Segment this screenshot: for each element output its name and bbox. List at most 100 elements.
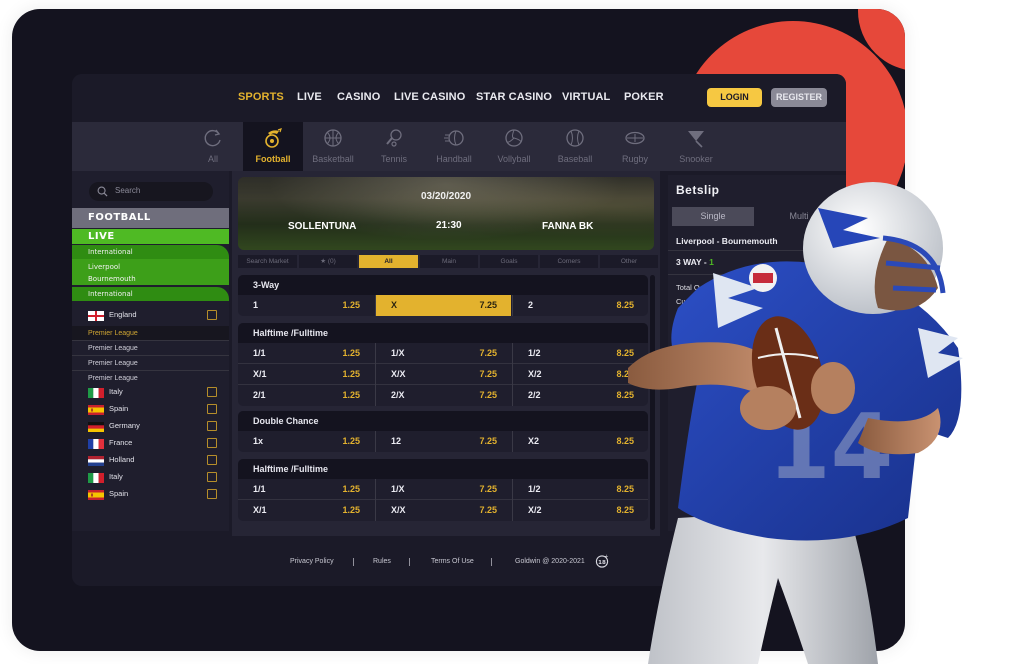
odds-button[interactable]: 1/X 7.25 bbox=[375, 479, 511, 500]
sport-handball[interactable]: Handball bbox=[424, 122, 484, 171]
live-item-international[interactable]: International bbox=[72, 245, 229, 259]
baseball-icon bbox=[566, 129, 584, 147]
odds-button[interactable]: 2 8.25 bbox=[512, 295, 648, 316]
odds-button[interactable]: 2/2 8.25 bbox=[512, 385, 648, 406]
odds-button[interactable]: 1/2 8.25 bbox=[512, 479, 648, 500]
footer-terms[interactable]: Terms Of Use bbox=[431, 558, 474, 565]
market-block: Halftime /Fulltime 1/1 1.25 1/X 7.25 1/2 8.25 X… bbox=[238, 323, 648, 406]
footer-copyright: Goldwin @ 2020-2021 bbox=[515, 558, 585, 565]
nav-live-casino[interactable]: LIVE CASINO bbox=[394, 91, 465, 103]
footer-rules[interactable]: Rules bbox=[373, 558, 391, 565]
league-item[interactable]: Premier League bbox=[72, 356, 229, 371]
odds-button[interactable]: 2/1 1.25 bbox=[238, 385, 374, 406]
sport-volleyball[interactable]: Vollyball bbox=[484, 122, 544, 171]
filter-corners[interactable]: Corners bbox=[540, 255, 598, 268]
login-button[interactable]: LOGIN bbox=[707, 88, 762, 107]
checkbox[interactable] bbox=[207, 387, 217, 397]
market-block: Halftime /Fulltime 1/1 1.25 1/X 7.25 1/2 8.25 X… bbox=[238, 459, 648, 521]
odds-label: X bbox=[391, 300, 398, 310]
odds-button[interactable]: X/2 8.25 bbox=[512, 364, 648, 385]
markets-scrollbar[interactable] bbox=[650, 275, 655, 530]
volleyball-icon bbox=[505, 129, 523, 147]
country-spain[interactable]: Spain bbox=[72, 486, 229, 503]
odds-button[interactable]: X/1 1.25 bbox=[238, 364, 374, 385]
nav-star-casino[interactable]: STAR CASINO bbox=[476, 91, 552, 103]
sport-label: Vollyball bbox=[497, 154, 531, 164]
country-spain[interactable]: Spain bbox=[72, 401, 229, 418]
checkbox[interactable] bbox=[207, 472, 217, 482]
nav-casino[interactable]: CASINO bbox=[337, 91, 380, 103]
checkbox[interactable] bbox=[207, 421, 217, 431]
age-restriction-icon: 18+ bbox=[595, 554, 609, 568]
filter-search-market[interactable]: Search Market bbox=[238, 255, 297, 268]
nav-live[interactable]: LIVE bbox=[297, 91, 322, 103]
sports-bar: All Football Basketball Tennis Handball … bbox=[72, 122, 846, 171]
odds-row: 1/1 1.25 1/X 7.25 1/2 8.25 bbox=[238, 343, 648, 364]
search-input[interactable]: Search bbox=[89, 182, 213, 201]
sport-basketball[interactable]: Basketball bbox=[303, 122, 363, 171]
odds-button[interactable]: X/X 7.25 bbox=[375, 364, 511, 385]
search-placeholder: Search bbox=[115, 186, 141, 195]
odds-label: 1x bbox=[253, 436, 264, 446]
filter-other[interactable]: Other bbox=[600, 255, 658, 268]
register-button[interactable]: REGISTER bbox=[771, 88, 827, 107]
odds-button[interactable]: X/1 1.25 bbox=[238, 500, 374, 521]
odds-button[interactable]: X2 8.25 bbox=[512, 431, 648, 452]
checkbox[interactable] bbox=[207, 310, 217, 320]
nav-poker[interactable]: POKER bbox=[624, 91, 664, 103]
top-nav: SPORTS LIVE CASINO LIVE CASINO STAR CASI… bbox=[72, 74, 846, 122]
odds-button[interactable]: 1 1.25 bbox=[238, 295, 374, 316]
section-football[interactable]: FOOTBALL bbox=[72, 208, 229, 228]
filter-favorites[interactable]: ★ (0) bbox=[299, 255, 357, 268]
sport-tennis[interactable]: Tennis bbox=[364, 122, 424, 171]
country-name: Italy bbox=[109, 387, 123, 396]
svg-text:+: + bbox=[604, 554, 608, 560]
odds-button[interactable]: 2/X 7.25 bbox=[375, 385, 511, 406]
odds-button[interactable]: 1/2 8.25 bbox=[512, 343, 648, 364]
nav-virtual[interactable]: VIRTUAL bbox=[562, 91, 610, 103]
odds-row: 1 1.25 X 7.25 2 8.25 bbox=[238, 295, 648, 316]
country-italy[interactable]: Italy bbox=[72, 469, 229, 486]
country-france[interactable]: France bbox=[72, 435, 229, 452]
betting-app: SPORTS LIVE CASINO LIVE CASINO STAR CASI… bbox=[72, 74, 846, 586]
country-name: Germany bbox=[109, 421, 140, 430]
country-germany[interactable]: Germany bbox=[72, 418, 229, 435]
country-italy[interactable]: Italy bbox=[72, 384, 229, 401]
tennis-icon bbox=[386, 129, 402, 147]
divider bbox=[668, 274, 846, 275]
league-item[interactable]: Premier League bbox=[72, 341, 229, 356]
checkbox[interactable] bbox=[207, 489, 217, 499]
basketball-icon bbox=[324, 129, 342, 147]
checkbox[interactable] bbox=[207, 438, 217, 448]
checkbox[interactable] bbox=[207, 455, 217, 465]
odds-value: 1.25 bbox=[342, 369, 360, 379]
filter-main[interactable]: Main bbox=[420, 255, 478, 268]
checkbox[interactable] bbox=[207, 404, 217, 414]
nav-sports[interactable]: SPORTS bbox=[238, 91, 284, 103]
odds-button[interactable]: 1x 1.25 bbox=[238, 431, 374, 452]
sport-baseball[interactable]: Baseball bbox=[545, 122, 605, 171]
tab-single[interactable]: Single bbox=[672, 207, 754, 226]
country-england[interactable]: England bbox=[72, 307, 229, 324]
sport-all[interactable]: All bbox=[183, 122, 243, 171]
odds-button[interactable]: X 7.25 bbox=[375, 295, 511, 316]
country-holland[interactable]: Holland bbox=[72, 452, 229, 469]
odds-button[interactable]: 1/1 1.25 bbox=[238, 479, 374, 500]
odds-button[interactable]: 12 7.25 bbox=[375, 431, 511, 452]
footer-privacy-policy[interactable]: Privacy Policy bbox=[290, 558, 334, 565]
odds-button[interactable]: X/X 7.25 bbox=[375, 500, 511, 521]
sport-snooker[interactable]: Snooker bbox=[666, 122, 726, 171]
live-item-international[interactable]: International bbox=[72, 287, 229, 301]
odds-button[interactable]: X/2 8.25 bbox=[512, 500, 648, 521]
tab-multi[interactable]: Multi bbox=[756, 207, 842, 226]
footer-separator: | bbox=[490, 557, 493, 566]
filter-all[interactable]: All bbox=[359, 255, 418, 268]
sport-football[interactable]: Football bbox=[243, 122, 303, 171]
sport-rugby[interactable]: Rugby bbox=[605, 122, 665, 171]
odds-button[interactable]: 1/X 7.25 bbox=[375, 343, 511, 364]
filter-goals[interactable]: Goals bbox=[480, 255, 538, 268]
odds-button[interactable]: 1/1 1.25 bbox=[238, 343, 374, 364]
league-item[interactable]: Premier League bbox=[72, 326, 229, 341]
section-live[interactable]: LIVE bbox=[72, 229, 229, 244]
live-item-match[interactable]: Liverpool Bournemouth bbox=[72, 259, 229, 285]
